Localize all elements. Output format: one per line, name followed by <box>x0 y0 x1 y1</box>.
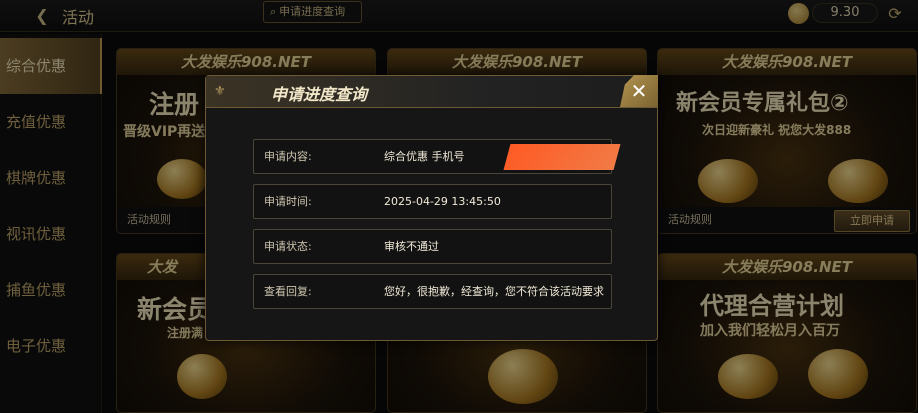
row-value: 2025-04-29 13:45:50 <box>384 195 501 208</box>
progress-query-dialog: ⚜ 申请进度查询 ✕ 申请内容: 综合优惠 手机号 申请时间: 2025-04-… <box>205 75 658 341</box>
application-time-row: 申请时间: 2025-04-29 13:45:50 <box>253 184 612 219</box>
application-content-row: 申请内容: 综合优惠 手机号 <box>253 139 621 174</box>
close-button[interactable]: ✕ <box>620 75 658 107</box>
ornament-icon: ⚜ <box>214 84 226 99</box>
dialog-header: ⚜ 申请进度查询 ✕ <box>206 75 658 108</box>
reply-row: 查看回复: 您好，很抱歉，经查询，您不符合该活动要求 <box>253 274 612 309</box>
row-value: 审核不通过 <box>384 240 439 253</box>
dialog-title: 申请进度查询 <box>271 85 368 104</box>
row-label: 申请时间: <box>264 195 312 208</box>
row-label: 查看回复: <box>264 285 312 298</box>
application-status-row: 申请状态: 审核不通过 <box>253 229 612 264</box>
row-value: 综合优惠 手机号 <box>384 150 465 163</box>
row-value: 您好，很抱歉，经查询，您不符合该活动要求 <box>384 285 604 298</box>
row-label: 申请状态: <box>264 240 312 253</box>
row-label: 申请内容: <box>264 150 312 163</box>
redaction-mark <box>503 144 621 170</box>
